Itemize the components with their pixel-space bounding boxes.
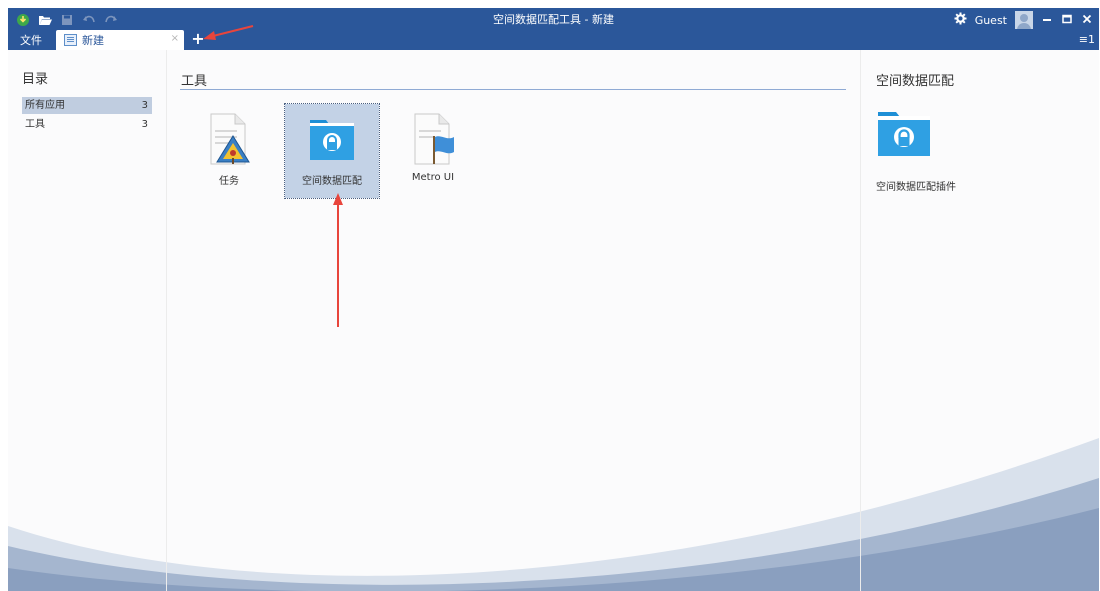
locked-folder-icon: [878, 112, 930, 156]
app-tile-metro-ui[interactable]: Metro UI: [386, 104, 480, 198]
content-area: 目录 所有应用 3 工具 3 工具 任务 空间数据匹配 Metro UI 空间数…: [8, 50, 1099, 591]
sidebar-item-all-apps[interactable]: 所有应用 3: [22, 97, 152, 114]
tab-new-document[interactable]: 新建 ×: [56, 30, 184, 50]
settings-gear-icon[interactable]: [954, 12, 967, 28]
application-window: 空间数据匹配工具 - 新建 Guest 文件 新建 × + ≡1 目录 所有应用…: [8, 8, 1099, 591]
tab-close-icon[interactable]: ×: [171, 33, 179, 44]
section-title: 工具: [181, 74, 208, 89]
document-icon: [64, 34, 77, 46]
app-tile-spatial-data-matching[interactable]: 空间数据匹配: [284, 103, 380, 199]
locked-folder-icon: [310, 120, 354, 160]
file-menu-button[interactable]: 文件: [12, 32, 50, 50]
details-description: 空间数据匹配插件: [876, 182, 956, 193]
app-tile-label: 任务: [219, 176, 239, 187]
details-panel: 空间数据匹配 空间数据匹配插件: [860, 50, 1099, 591]
user-name[interactable]: Guest: [975, 14, 1007, 27]
catalog-sidebar: 目录 所有应用 3 工具 3: [8, 50, 167, 591]
flag-document-icon: [414, 113, 454, 165]
catalog-title: 目录: [22, 72, 49, 87]
app-tile-label: 空间数据匹配: [302, 176, 362, 187]
close-icon[interactable]: [1081, 13, 1093, 28]
app-tile-task[interactable]: 任务: [182, 104, 276, 198]
maximize-icon[interactable]: [1061, 13, 1073, 28]
tab-label: 新建: [82, 34, 104, 47]
sidebar-item-label: 所有应用: [25, 100, 65, 111]
sidebar-item-count: 3: [141, 100, 148, 111]
tab-list-button[interactable]: ≡1: [1079, 32, 1095, 48]
window-title: 空间数据匹配工具 - 新建: [493, 13, 614, 26]
window-controls: Guest: [954, 10, 1093, 30]
user-avatar-icon[interactable]: [1015, 11, 1033, 29]
title-bar: 空间数据匹配工具 - 新建 Guest 文件 新建 × + ≡1: [8, 8, 1099, 50]
sidebar-item-tools[interactable]: 工具 3: [22, 116, 152, 133]
section-divider: [180, 89, 846, 90]
tools-panel: 工具 任务 空间数据匹配 Metro UI: [167, 50, 859, 591]
sidebar-item-count: 3: [141, 119, 148, 130]
minimize-icon[interactable]: [1041, 13, 1053, 28]
add-tab-button[interactable]: +: [189, 30, 207, 48]
sidebar-item-label: 工具: [25, 119, 45, 130]
app-tile-label: Metro UI: [411, 172, 455, 183]
details-title: 空间数据匹配: [876, 74, 955, 89]
task-icon: [210, 113, 250, 165]
